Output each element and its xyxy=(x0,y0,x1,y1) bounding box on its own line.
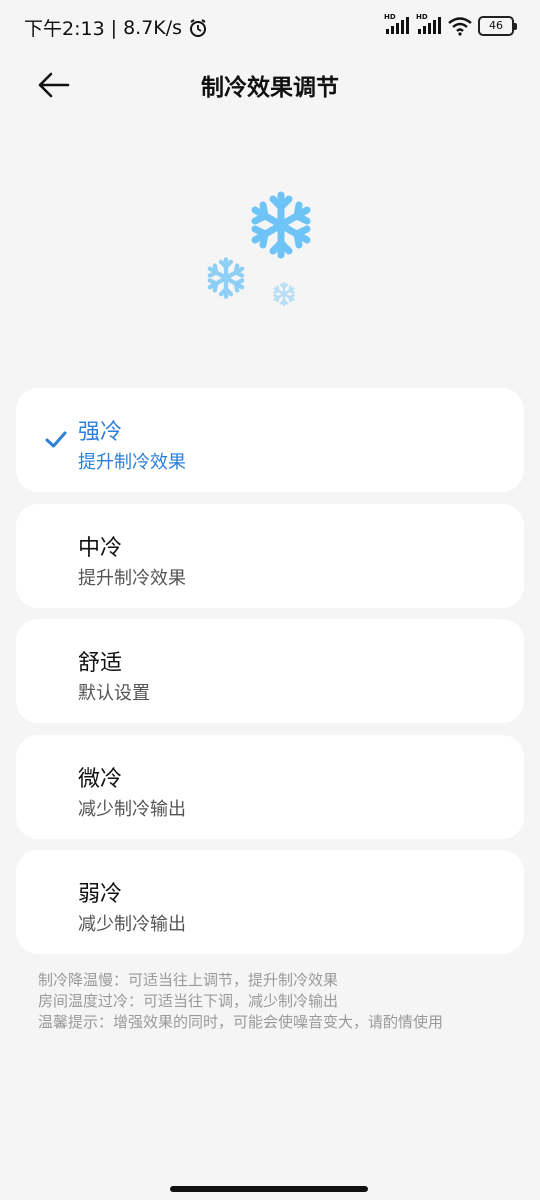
battery-indicator: 46 xyxy=(478,16,517,36)
snowflake-icon xyxy=(273,281,295,307)
snowflake-icon xyxy=(210,259,242,296)
option-mild-cool[interactable]: 微冷 减少制冷输出 xyxy=(16,735,524,839)
option-title: 微冷 xyxy=(78,767,123,792)
option-title: 弱冷 xyxy=(78,882,123,907)
option-title: 强冷 xyxy=(78,420,123,445)
status-right: HD HD 46 xyxy=(384,13,517,36)
status-separator: | xyxy=(110,16,118,39)
snowflake-illustration xyxy=(190,180,330,307)
option-subtitle: 默认设置 xyxy=(78,683,150,704)
tip-line: 制冷降温慢：可适当往上调节，提升制冷效果 xyxy=(38,971,339,989)
option-subtitle: 提升制冷效果 xyxy=(78,568,186,589)
signal-2: HD xyxy=(416,13,442,36)
network-speed: 8.7K/s xyxy=(123,16,183,39)
tip-line: 温馨提示：增强效果的同时，可能会使噪音变大，请酌情使用 xyxy=(38,1013,444,1031)
hd-label: HD xyxy=(384,13,396,21)
home-indicator[interactable] xyxy=(170,1186,368,1192)
status-bar: 下午2:13 | 8.7K/s HD HD 46 xyxy=(0,0,540,54)
wifi-icon xyxy=(448,17,472,36)
option-title: 中冷 xyxy=(78,536,123,561)
status-left: 下午2:13 | 8.7K/s xyxy=(24,14,208,41)
hd-label: HD xyxy=(416,13,428,21)
option-weak-cool[interactable]: 弱冷 减少制冷输出 xyxy=(16,850,524,954)
option-subtitle: 减少制冷输出 xyxy=(78,799,186,820)
header: 制冷效果调节 xyxy=(0,56,540,116)
status-time: 下午2:13 xyxy=(24,18,105,40)
option-subtitle: 减少制冷输出 xyxy=(78,914,186,935)
signal-1: HD xyxy=(384,13,410,36)
tips-section: 制冷降温慢：可适当往上调节，提升制冷效果 房间温度过冷：可适当往下调，减少制冷输… xyxy=(38,970,518,1033)
option-strong-cool[interactable]: 强冷 提升制冷效果 xyxy=(16,388,524,492)
option-medium-cool[interactable]: 中冷 提升制冷效果 xyxy=(16,504,524,608)
check-icon xyxy=(45,431,67,448)
tip-line: 房间温度过冷：可适当往下调，减少制冷输出 xyxy=(38,992,339,1010)
option-comfort[interactable]: 舒适 默认设置 xyxy=(16,619,524,723)
snowflake-icon xyxy=(255,195,307,255)
page-title: 制冷效果调节 xyxy=(201,75,339,101)
alarm-clock-icon xyxy=(190,18,207,37)
option-title: 舒适 xyxy=(78,651,123,676)
option-subtitle: 提升制冷效果 xyxy=(78,452,186,473)
